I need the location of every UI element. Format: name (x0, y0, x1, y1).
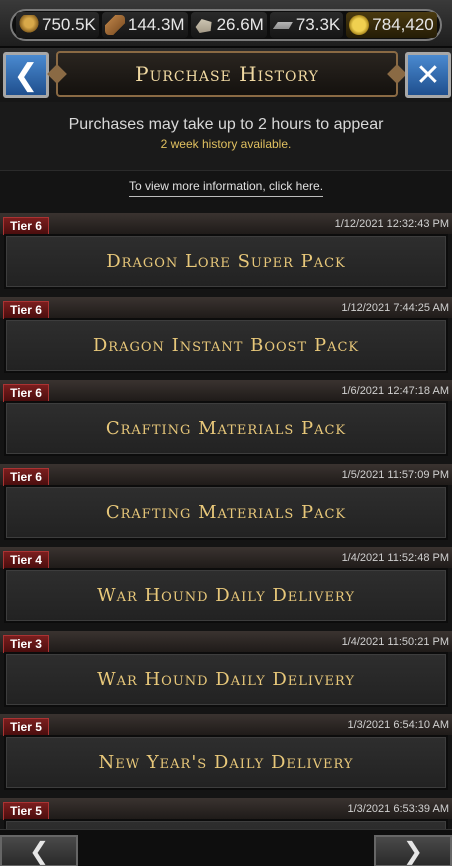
close-icon: ✕ (415, 57, 441, 93)
tier-badge: Tier 6 (3, 384, 49, 402)
page-title: Purchase History (135, 62, 319, 86)
tier-badge: Tier 6 (3, 301, 49, 319)
prev-page-button[interactable]: ❮ (0, 835, 78, 866)
back-button[interactable]: ❮ (3, 52, 49, 98)
resource-bar-frame: 750.5K 144.3M 26.6M 73.3K 784,420 (10, 9, 442, 41)
purchase-timestamp: 1/5/2021 11:57:09 PM (341, 469, 449, 481)
purchase-row[interactable]: Tier 3 1/4/2021 11:50:21 PM War Hound Da… (0, 631, 452, 711)
title-bar: ❮ Purchase History ✕ (0, 48, 452, 102)
resource-stone[interactable]: 26.6M (190, 12, 267, 38)
purchase-name: New Year's Daily Delivery (98, 752, 354, 773)
resource-gold-value: 784,420 (372, 15, 434, 34)
purchase-plate: Dragon Lore Super Pack (4, 234, 448, 289)
purchase-name: Crafting Materials Pack (105, 418, 347, 439)
gold-coin-icon (349, 15, 370, 35)
purchase-timestamp: 1/6/2021 12:47:18 AM (341, 385, 449, 397)
iron-icon (272, 22, 293, 29)
purchase-name: War Hound Daily Delivery (97, 585, 355, 606)
resource-iron-value: 73.3K (295, 15, 341, 34)
tier-badge: Tier 6 (3, 468, 49, 486)
history-note: 2 week history available. (160, 137, 292, 151)
more-info-bar: To view more information, click here. (0, 170, 452, 208)
purchase-row-header: Tier 6 1/12/2021 7:44:25 AM (0, 297, 452, 319)
tier-badge: Tier 5 (3, 802, 49, 820)
purchase-timestamp: 1/3/2021 6:53:39 AM (347, 803, 449, 815)
resource-gold[interactable]: 784,420 (346, 12, 437, 38)
purchase-row-header: Tier 6 1/6/2021 12:47:18 AM (0, 380, 452, 402)
purchase-plate: Crafting Materials Pack (4, 485, 448, 540)
purchase-row-header: Tier 5 1/3/2021 6:53:39 AM (0, 798, 452, 820)
info-panel: Purchases may take up to 2 hours to appe… (0, 102, 452, 170)
resource-food[interactable]: 750.5K (16, 12, 99, 38)
chevron-right-icon: ❯ (402, 837, 424, 865)
purchase-plate (4, 819, 448, 829)
resource-wood-value: 144.3M (127, 15, 185, 34)
resource-iron[interactable]: 73.3K (269, 12, 344, 38)
purchase-name: War Hound Daily Delivery (97, 669, 355, 690)
purchase-timestamp: 1/12/2021 12:32:43 PM (334, 218, 449, 230)
wheat-icon (19, 15, 39, 35)
wood-icon (104, 15, 125, 35)
purchase-row[interactable]: Tier 6 1/12/2021 12:32:43 PM Dragon Lore… (0, 213, 452, 293)
purchase-row-header: Tier 5 1/3/2021 6:54:10 AM (0, 714, 452, 736)
purchase-plate: Crafting Materials Pack (4, 401, 448, 456)
close-button[interactable]: ✕ (405, 52, 451, 98)
tier-badge: Tier 5 (3, 718, 49, 736)
purchase-name: Dragon Instant Boost Pack (92, 335, 360, 356)
purchase-row[interactable]: Tier 5 1/3/2021 6:53:39 AM (0, 798, 452, 829)
purchase-timestamp: 1/3/2021 6:54:10 AM (347, 719, 449, 731)
purchase-timestamp: 1/4/2021 11:52:48 PM (341, 552, 449, 564)
purchase-row-header: Tier 6 1/12/2021 12:32:43 PM (0, 213, 452, 235)
purchase-row[interactable]: Tier 6 1/12/2021 7:44:25 AM Dragon Insta… (0, 297, 452, 377)
resource-food-value: 750.5K (42, 15, 96, 34)
purchase-row[interactable]: Tier 4 1/4/2021 11:52:48 PM War Hound Da… (0, 547, 452, 627)
resource-bar: 750.5K 144.3M 26.6M 73.3K 784,420 (0, 0, 452, 48)
next-page-button[interactable]: ❯ (374, 835, 452, 866)
purchase-name: Dragon Lore Super Pack (106, 251, 346, 272)
stone-icon (195, 19, 212, 33)
title-frame: Purchase History (56, 51, 398, 97)
resource-stone-value: 26.6M (216, 15, 264, 34)
purchase-row[interactable]: Tier 6 1/5/2021 11:57:09 PM Crafting Mat… (0, 464, 452, 544)
resource-wood[interactable]: 144.3M (101, 12, 188, 38)
chevron-left-icon: ❮ (28, 837, 50, 865)
purchase-plate: Dragon Instant Boost Pack (4, 318, 448, 373)
tier-badge: Tier 6 (3, 217, 49, 235)
purchase-list[interactable]: Tier 6 1/12/2021 12:32:43 PM Dragon Lore… (0, 213, 452, 829)
purchase-row[interactable]: Tier 5 1/3/2021 6:54:10 AM New Year's Da… (0, 714, 452, 794)
more-info-link[interactable]: To view more information, click here. (128, 179, 324, 197)
purchase-plate: New Year's Daily Delivery (4, 735, 448, 790)
purchase-plate: War Hound Daily Delivery (4, 652, 448, 707)
purchase-row-header: Tier 3 1/4/2021 11:50:21 PM (0, 631, 452, 653)
purchase-plate: War Hound Daily Delivery (4, 568, 448, 623)
tier-badge: Tier 3 (3, 635, 49, 653)
chevron-left-icon: ❮ (13, 57, 39, 93)
tier-badge: Tier 4 (3, 551, 49, 569)
purchase-row-header: Tier 6 1/5/2021 11:57:09 PM (0, 464, 452, 486)
bottom-nav: ❮ ❯ (0, 829, 452, 866)
purchase-row-header: Tier 4 1/4/2021 11:52:48 PM (0, 547, 452, 569)
purchase-row[interactable]: Tier 6 1/6/2021 12:47:18 AM Crafting Mat… (0, 380, 452, 460)
purchase-timestamp: 1/12/2021 7:44:25 AM (341, 302, 449, 314)
purchase-timestamp: 1/4/2021 11:50:21 PM (341, 636, 449, 648)
info-message: Purchases may take up to 2 hours to appe… (68, 116, 384, 133)
purchase-name: Crafting Materials Pack (105, 502, 347, 523)
